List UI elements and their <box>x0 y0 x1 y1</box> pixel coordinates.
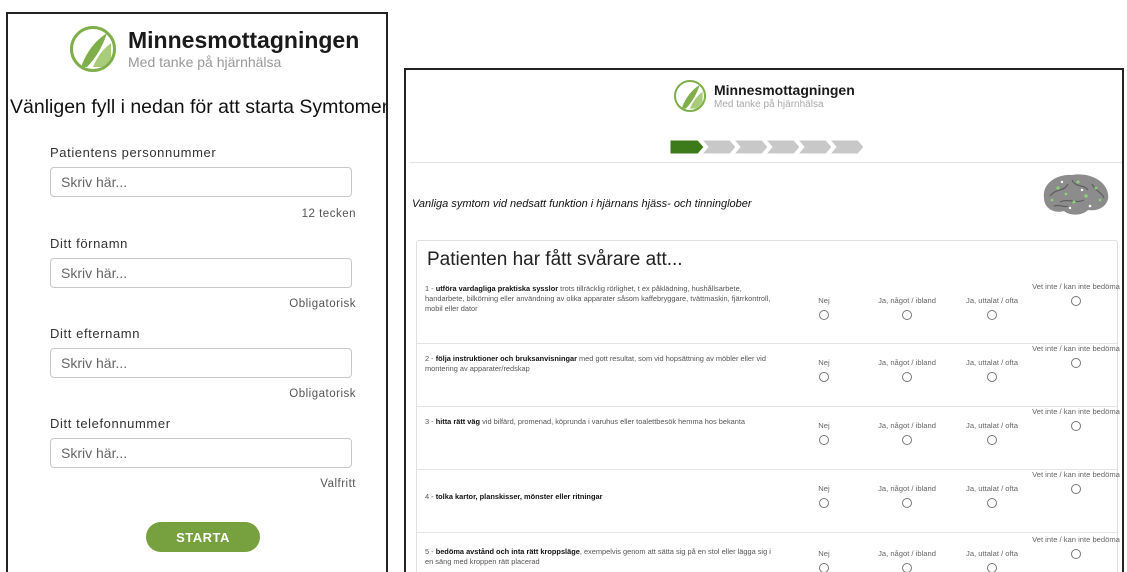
question-row: 1 - utföra vardagliga praktiska sysslor … <box>417 281 1120 344</box>
last-name-input[interactable] <box>50 348 352 378</box>
radio-ja-uttalat[interactable] <box>987 497 997 508</box>
first-name-label: Ditt förnamn <box>50 236 129 251</box>
question-text: 2 - följa instruktioner och bruksanvisni… <box>425 354 766 373</box>
brain-icon <box>1043 174 1109 215</box>
radio-ja-uttalat[interactable] <box>987 434 997 445</box>
progress-step <box>766 140 800 154</box>
question-text: 3 - hitta rätt väg vid bilfärd, promenad… <box>425 417 746 426</box>
radio-ja-nagot[interactable] <box>902 371 912 382</box>
radio-vet-inte[interactable] <box>1071 548 1081 559</box>
divider <box>410 162 1122 163</box>
first-name-input[interactable] <box>50 258 352 288</box>
option-ja-uttalat-label: Ja, uttalat / ofta <box>966 484 1018 493</box>
question-row: 5 - bedöma avstånd och inta rätt kroppsl… <box>417 533 1120 572</box>
radio-ja-nagot[interactable] <box>902 562 912 572</box>
option-ja-nagot-label: Ja, något / ibland <box>878 421 936 430</box>
phone-input[interactable] <box>50 438 352 468</box>
radio-ja-uttalat[interactable] <box>987 371 997 382</box>
option-ja-nagot-label: Ja, något / ibland <box>878 358 936 367</box>
option-nej-label: Nej <box>818 358 830 367</box>
brand-logo: Minnesmottagningen Med tanke på hjärnhäl… <box>70 26 359 72</box>
radio-nej[interactable] <box>819 434 829 445</box>
registration-form: Minnesmottagningen Med tanke på hjärnhäl… <box>6 12 388 572</box>
question-row: 2 - följa instruktioner och bruksanvisni… <box>417 344 1120 407</box>
option-ja-uttalat-label: Ja, uttalat / ofta <box>966 296 1018 305</box>
question-row: 4 - tolka kartor, planskisser, mönster e… <box>417 470 1120 533</box>
section-title: Vanliga symtom vid nedsatt funktion i hj… <box>412 198 752 210</box>
radio-nej[interactable] <box>819 309 829 320</box>
progress-steps <box>670 140 864 154</box>
option-vet-inte-label: Vet inte / kan inte bedöma <box>1032 470 1120 479</box>
radio-nej[interactable] <box>819 562 829 572</box>
brand-logo-small: Minnesmottagningen Med tanke på hjärnhäl… <box>674 80 855 112</box>
question-card: Patienten har fått svårare att... 1 - ut… <box>416 240 1120 572</box>
radio-nej[interactable] <box>819 497 829 508</box>
option-vet-inte-label: Vet inte / kan inte bedöma <box>1032 407 1120 416</box>
card-title: Patienten har fått svårare att... <box>427 249 683 270</box>
option-ja-nagot-label: Ja, något / ibland <box>878 549 936 558</box>
last-name-label: Ditt efternamn <box>50 326 141 341</box>
question-text: 4 - tolka kartor, planskisser, mönster e… <box>425 492 603 501</box>
last-name-hint: Obligatorisk <box>289 388 356 400</box>
leaf-logo-icon <box>674 80 706 112</box>
form-heading: Vänligen fyll i nedan för att starta Sym… <box>10 96 386 118</box>
brand-name: Minnesmottagningen <box>128 26 360 53</box>
question-row: 3 - hitta rätt väg vid bilfärd, promenad… <box>417 407 1120 470</box>
option-vet-inte-label: Vet inte / kan inte bedöma <box>1032 344 1120 353</box>
progress-step <box>670 140 704 154</box>
option-nej-label: Nej <box>818 421 830 430</box>
radio-vet-inte[interactable] <box>1071 420 1081 431</box>
radio-vet-inte[interactable] <box>1071 357 1081 368</box>
option-nej-label: Nej <box>818 484 830 493</box>
personnummer-hint: 12 tecken <box>301 208 356 220</box>
option-ja-nagot-label: Ja, något / ibland <box>878 484 936 493</box>
leaf-logo-icon <box>70 26 116 72</box>
start-button[interactable]: STARTA <box>146 522 260 552</box>
progress-step <box>830 140 864 154</box>
radio-vet-inte[interactable] <box>1071 483 1081 494</box>
option-vet-inte-label: Vet inte / kan inte bedöma <box>1032 535 1120 544</box>
option-ja-nagot-label: Ja, något / ibland <box>878 296 936 305</box>
option-vet-inte-label: Vet inte / kan inte bedöma <box>1032 282 1120 291</box>
option-ja-uttalat-label: Ja, uttalat / ofta <box>966 358 1018 367</box>
radio-ja-nagot[interactable] <box>902 309 912 320</box>
radio-ja-uttalat[interactable] <box>987 309 997 320</box>
phone-label: Ditt telefonnummer <box>50 416 171 431</box>
progress-step <box>734 140 768 154</box>
option-ja-uttalat-label: Ja, uttalat / ofta <box>966 549 1018 558</box>
brand-name: Minnesmottagningen <box>714 82 855 98</box>
option-ja-uttalat-label: Ja, uttalat / ofta <box>966 421 1018 430</box>
radio-nej[interactable] <box>819 371 829 382</box>
question-text: 5 - bedöma avstånd och inta rätt kroppsl… <box>425 547 771 566</box>
radio-ja-uttalat[interactable] <box>987 562 997 572</box>
progress-step <box>798 140 832 154</box>
personnummer-input[interactable] <box>50 167 352 197</box>
personnummer-label: Patientens personnummer <box>50 145 217 160</box>
option-nej-label: Nej <box>818 549 830 558</box>
radio-ja-nagot[interactable] <box>902 497 912 508</box>
radio-ja-nagot[interactable] <box>902 434 912 445</box>
brand-tagline: Med tanke på hjärnhälsa <box>128 54 282 71</box>
radio-vet-inte[interactable] <box>1071 295 1081 306</box>
phone-hint: Valfritt <box>320 478 356 490</box>
questionnaire-panel: Minnesmottagningen Med tanke på hjärnhäl… <box>404 68 1124 572</box>
brand-tagline: Med tanke på hjärnhälsa <box>714 99 824 110</box>
progress-step <box>702 140 736 154</box>
first-name-hint: Obligatorisk <box>289 298 356 310</box>
option-nej-label: Nej <box>818 296 830 305</box>
question-text: 1 - utföra vardagliga praktiska sysslor … <box>425 284 771 313</box>
